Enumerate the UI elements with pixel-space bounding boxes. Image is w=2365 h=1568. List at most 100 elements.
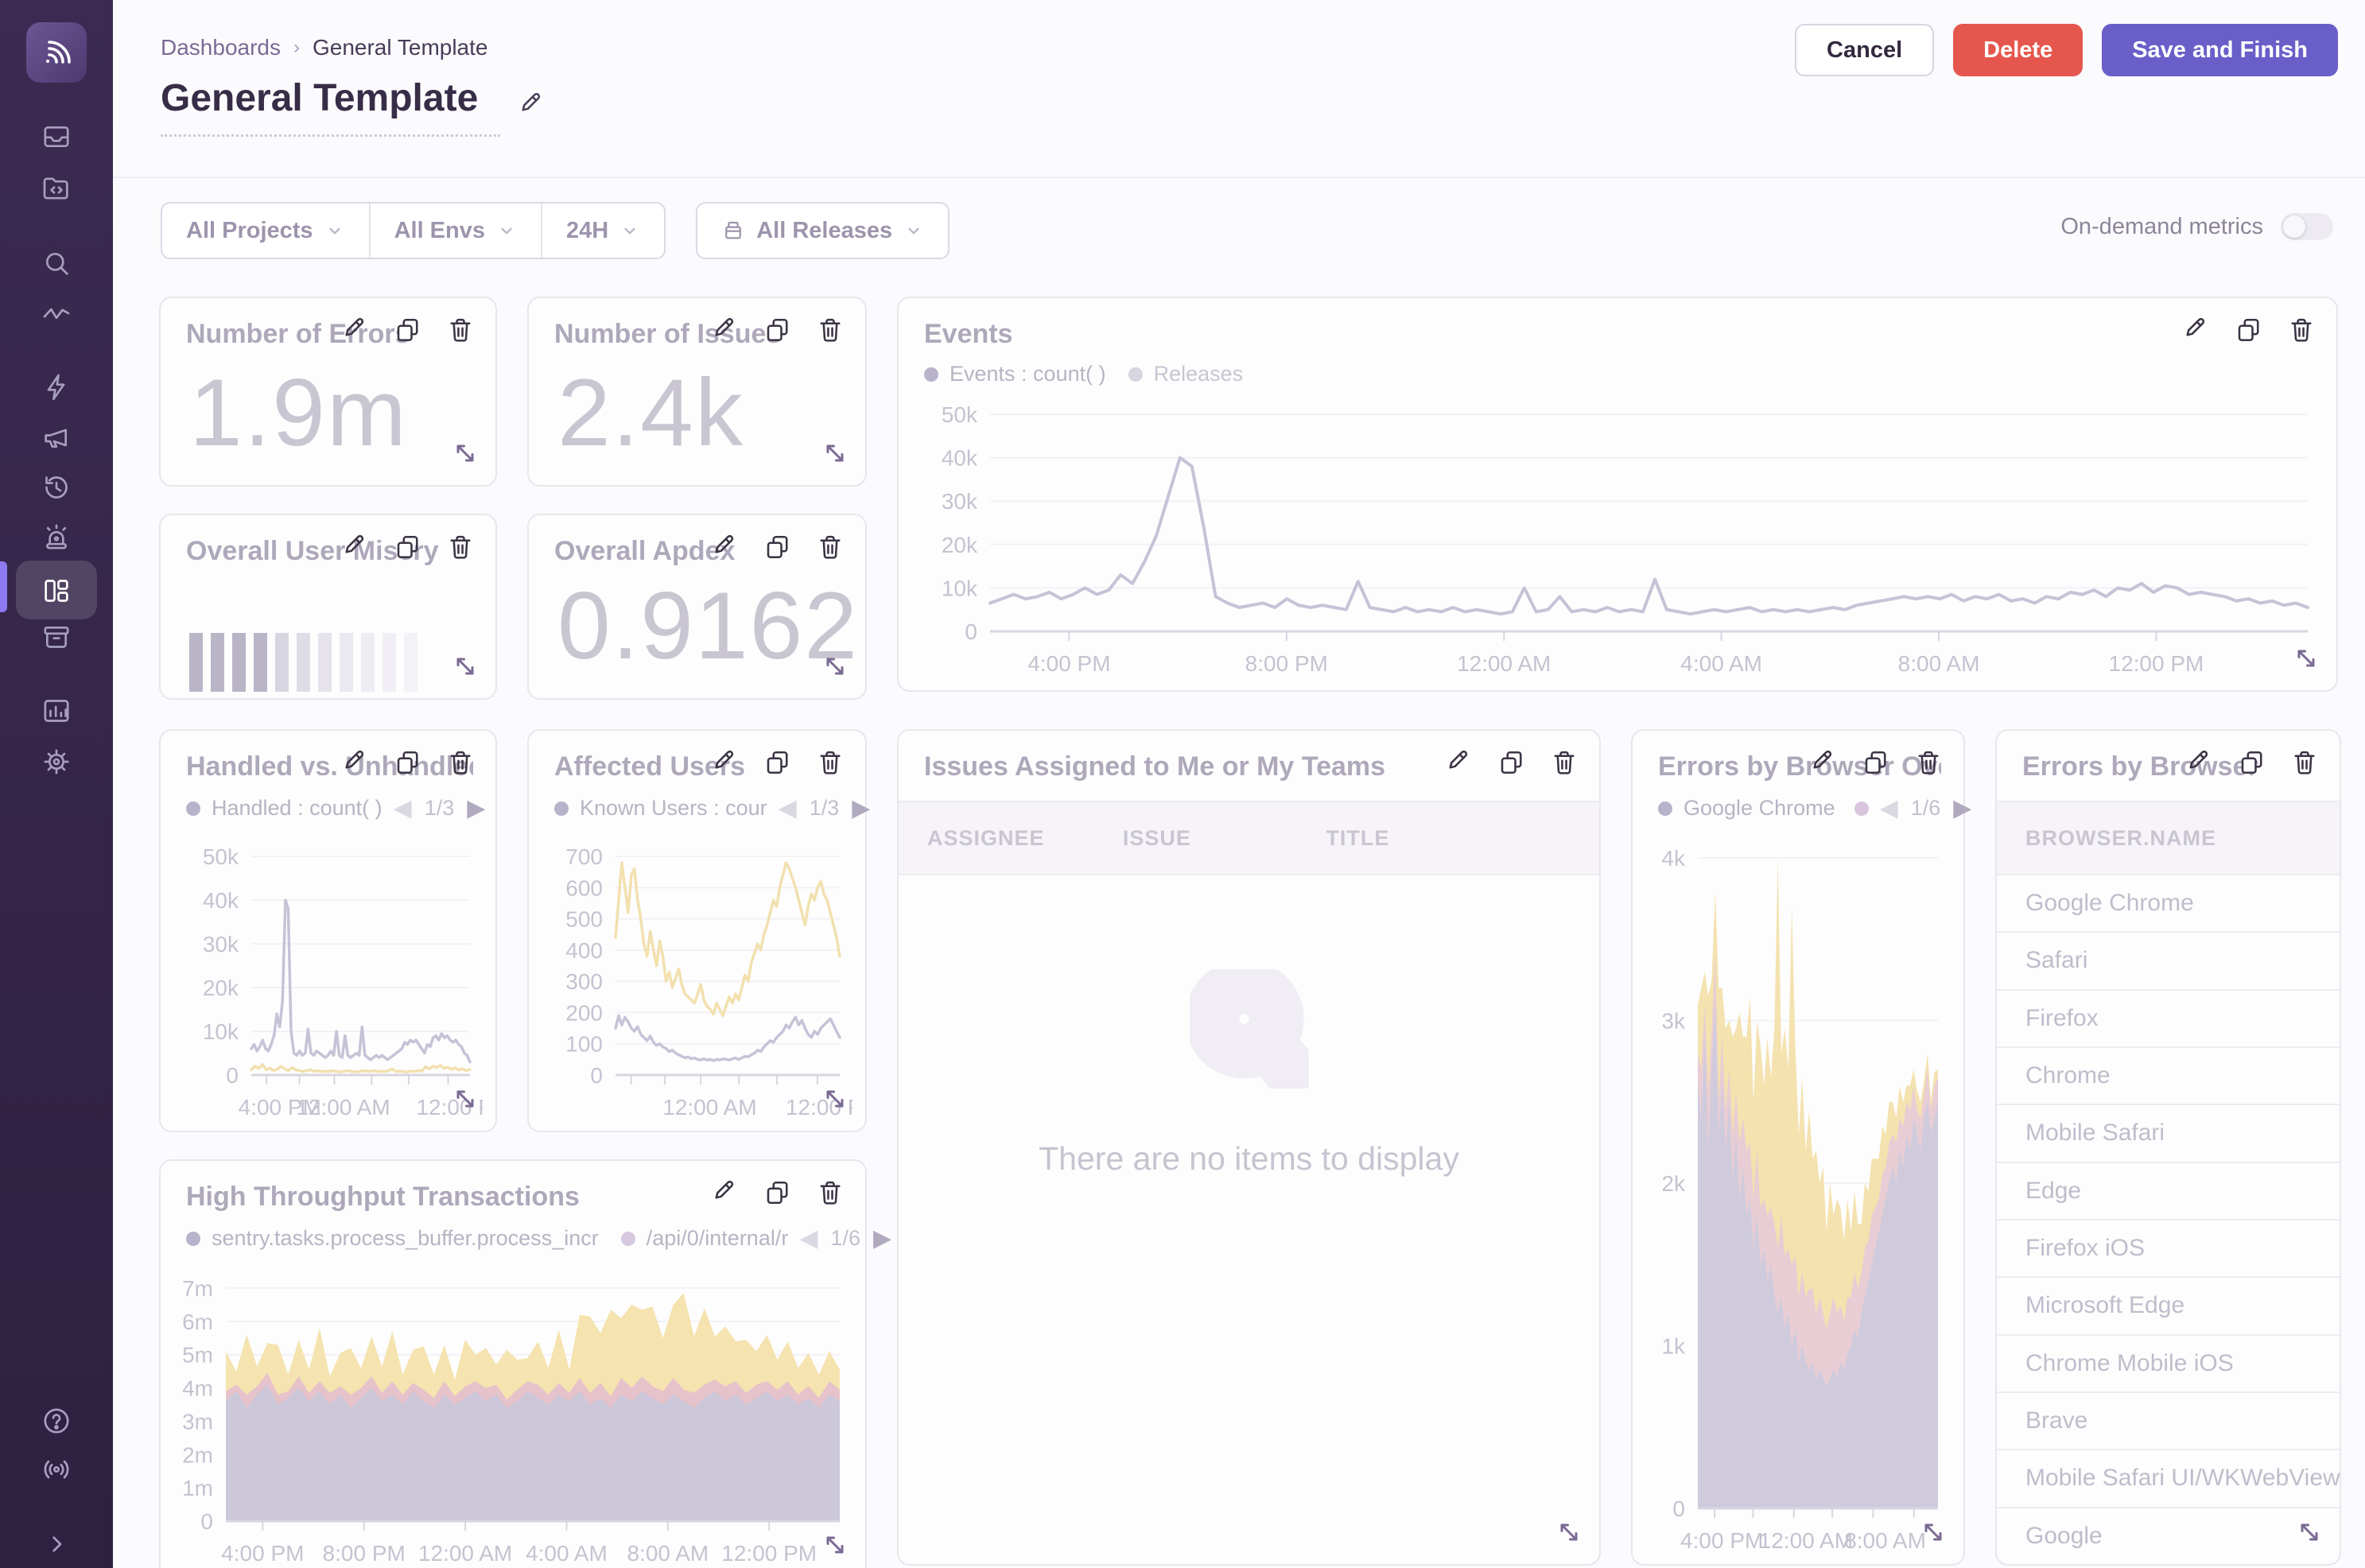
page-title[interactable]: General Template (161, 76, 500, 137)
resize-handle[interactable] (821, 1531, 849, 1559)
edit-widget-icon[interactable] (1445, 748, 1474, 777)
next-page-icon[interactable]: ▶ (852, 794, 870, 822)
cancel-button[interactable]: Cancel (1795, 24, 1934, 76)
table-row: Brave (1997, 1393, 2340, 1450)
next-page-icon[interactable]: ▶ (1953, 794, 1971, 822)
prev-page-icon[interactable]: ◀ (799, 1225, 817, 1252)
resize-handle[interactable] (2292, 644, 2320, 673)
resize-handle[interactable] (821, 652, 849, 681)
sidebar-item-alerts[interactable] (0, 511, 113, 562)
resize-handle[interactable] (2295, 1518, 2324, 1547)
sidebar-item-home[interactable] (26, 22, 87, 83)
delete-widget-icon[interactable] (446, 748, 475, 777)
prev-page-icon[interactable]: ◀ (1880, 794, 1898, 822)
delete-widget-icon[interactable] (2287, 316, 2316, 344)
next-page-icon[interactable]: ▶ (873, 1225, 891, 1252)
sidebar-item-search[interactable] (0, 238, 113, 289)
drag-handle-icon[interactable] (658, 533, 687, 561)
drag-handle-icon[interactable] (658, 1178, 687, 1207)
environments-filter[interactable]: All Envs (369, 204, 541, 258)
svg-text:3k: 3k (1661, 1009, 1686, 1034)
releases-filter[interactable]: All Releases (697, 204, 948, 258)
resize-handle[interactable] (821, 439, 849, 468)
delete-widget-icon[interactable] (816, 533, 845, 561)
resize-handle[interactable] (451, 1085, 480, 1113)
prev-page-icon[interactable]: ◀ (394, 794, 412, 822)
on-demand-metrics-toggle[interactable] (2281, 213, 2333, 240)
sidebar-item-releases[interactable] (0, 611, 113, 662)
drag-handle-icon[interactable] (289, 533, 317, 561)
edit-widget-icon[interactable] (711, 748, 740, 777)
sidebar-item-replays[interactable] (0, 462, 113, 513)
save-and-finish-button[interactable]: Save and Finish (2102, 24, 2338, 76)
sidebar-item-metrics[interactable] (0, 288, 113, 339)
legend-label[interactable]: /api/0/internal/r (647, 1226, 789, 1251)
edit-widget-icon[interactable] (341, 533, 370, 561)
duplicate-widget-icon[interactable] (763, 1178, 792, 1207)
duplicate-widget-icon[interactable] (2235, 316, 2263, 344)
duplicate-widget-icon[interactable] (763, 748, 792, 777)
duplicate-widget-icon[interactable] (394, 533, 422, 561)
next-page-icon[interactable]: ▶ (467, 794, 485, 822)
edit-widget-icon[interactable] (341, 748, 370, 777)
duplicate-widget-icon[interactable] (1862, 748, 1890, 777)
edit-widget-icon[interactable] (711, 316, 740, 344)
sidebar-item-whats-new[interactable] (0, 1444, 113, 1495)
legend-label[interactable]: Google Chrome (1683, 796, 1835, 821)
sidebar-item-performance[interactable] (0, 362, 113, 413)
sidebar-item-issues[interactable] (0, 111, 113, 162)
resize-handle[interactable] (821, 1085, 849, 1113)
drag-handle-icon[interactable] (1757, 748, 1785, 777)
sidebar-item-help[interactable] (0, 1395, 113, 1446)
sidebar-item-explore[interactable] (0, 163, 113, 214)
drag-handle-icon[interactable] (2133, 748, 2161, 777)
resize-handle[interactable] (1555, 1518, 1583, 1547)
sidebar-item-dashboards[interactable] (0, 565, 113, 616)
edit-widget-icon[interactable] (2185, 748, 2214, 777)
duplicate-widget-icon[interactable] (394, 748, 422, 777)
edit-widget-icon[interactable] (341, 316, 370, 344)
edit-widget-icon[interactable] (711, 533, 740, 561)
delete-widget-icon[interactable] (2290, 748, 2319, 777)
legend-label[interactable]: Events : count( ) (949, 362, 1106, 386)
breadcrumb-dashboards-link[interactable]: Dashboards (161, 35, 281, 60)
date-range-filter[interactable]: 24H (541, 204, 664, 258)
drag-handle-icon[interactable] (289, 748, 317, 777)
delete-widget-icon[interactable] (816, 1178, 845, 1207)
duplicate-widget-icon[interactable] (394, 316, 422, 344)
drag-handle-icon[interactable] (1392, 748, 1421, 777)
legend-label[interactable]: sentry.tasks.process_buffer.process_incr (212, 1226, 599, 1251)
sidebar-item-feedback[interactable] (0, 412, 113, 463)
legend-label[interactable]: Releases (1154, 362, 1244, 386)
drag-handle-icon[interactable] (658, 748, 687, 777)
legend-label[interactable]: Handled : count( ) (212, 796, 383, 821)
legend-label[interactable]: Known Users : cour (580, 796, 767, 821)
drag-handle-icon[interactable] (2130, 316, 2158, 344)
delete-button[interactable]: Delete (1953, 24, 2083, 76)
duplicate-widget-icon[interactable] (2238, 748, 2266, 777)
duplicate-widget-icon[interactable] (763, 316, 792, 344)
delete-widget-icon[interactable] (816, 316, 845, 344)
delete-widget-icon[interactable] (816, 748, 845, 777)
edit-widget-icon[interactable] (1809, 748, 1838, 777)
resize-handle[interactable] (451, 652, 480, 681)
delete-widget-icon[interactable] (446, 533, 475, 561)
sidebar-collapse-button[interactable] (0, 1519, 113, 1568)
edit-title-button[interactable] (518, 91, 546, 123)
delete-widget-icon[interactable] (446, 316, 475, 344)
resize-handle[interactable] (451, 439, 480, 468)
delete-widget-icon[interactable] (1550, 748, 1579, 777)
projects-filter[interactable]: All Projects (162, 204, 369, 258)
sidebar-item-stats[interactable] (0, 685, 113, 736)
delete-widget-icon[interactable] (1914, 748, 1943, 777)
drag-handle-icon[interactable] (289, 316, 317, 344)
drag-handle-icon[interactable] (658, 316, 687, 344)
resize-handle[interactable] (1919, 1518, 1948, 1547)
alerts-siren-icon (41, 521, 72, 553)
prev-page-icon[interactable]: ◀ (779, 794, 797, 822)
sidebar-item-settings[interactable] (0, 736, 113, 787)
edit-widget-icon[interactable] (2182, 316, 2211, 344)
duplicate-widget-icon[interactable] (1497, 748, 1526, 777)
edit-widget-icon[interactable] (711, 1178, 740, 1207)
duplicate-widget-icon[interactable] (763, 533, 792, 561)
